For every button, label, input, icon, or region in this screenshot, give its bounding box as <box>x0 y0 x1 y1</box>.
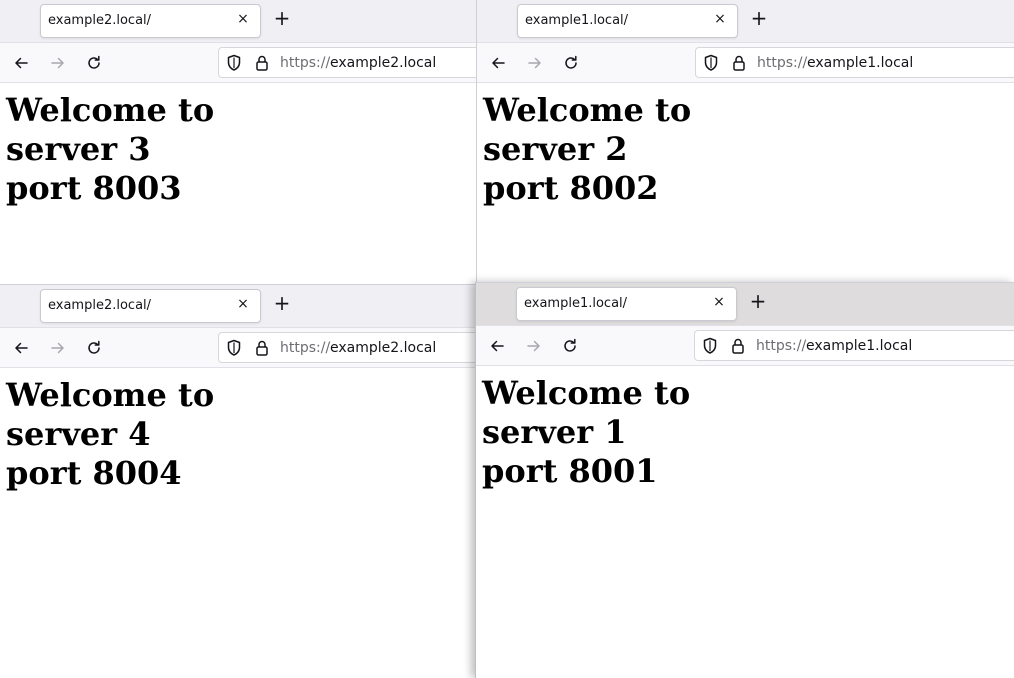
heading-line: server 3 <box>6 130 151 168</box>
heading-line: Welcome to <box>6 91 215 129</box>
shield-icon[interactable] <box>226 54 242 72</box>
back-arrow-icon[interactable] <box>12 54 30 72</box>
shield-icon[interactable] <box>226 339 242 357</box>
navigation-toolbar: https:// example1.local <box>476 326 1014 366</box>
url-bar[interactable]: https:// example2.local <box>218 332 476 363</box>
shield-icon[interactable] <box>703 54 719 72</box>
page-heading: Welcome to server 1 port 8001 <box>482 372 1008 491</box>
forward-arrow-icon[interactable] <box>49 339 67 357</box>
tab-strip: example2.local/ × + <box>0 285 476 328</box>
heading-line: port 8002 <box>483 169 659 207</box>
navigation-toolbar: https:// example2.local <box>0 328 476 368</box>
heading-line: Welcome to <box>483 91 692 129</box>
tab-strip: example1.local/ × + <box>477 0 1014 43</box>
heading-line: Welcome to <box>6 376 215 414</box>
forward-arrow-icon[interactable] <box>49 54 67 72</box>
heading-line: port 8001 <box>482 452 658 490</box>
url-bar[interactable]: https:// example1.local <box>695 47 1014 78</box>
new-tab-button[interactable]: + <box>749 291 767 311</box>
lock-icon[interactable] <box>255 54 269 72</box>
url-scheme: https:// <box>756 338 807 354</box>
page-heading: Welcome to server 4 port 8004 <box>6 374 470 493</box>
reload-icon[interactable] <box>85 339 103 357</box>
url-host: example2.local <box>330 55 437 71</box>
new-tab-button[interactable]: + <box>273 8 291 28</box>
tab-title: example1.local/ <box>525 13 629 28</box>
tab-title: example1.local/ <box>524 296 628 311</box>
url-host: example1.local <box>807 55 914 71</box>
page-heading: Welcome to server 2 port 8002 <box>483 89 1008 208</box>
heading-line: port 8003 <box>6 169 182 207</box>
lock-icon[interactable] <box>255 339 269 357</box>
reload-icon[interactable] <box>562 54 580 72</box>
close-icon[interactable]: × <box>235 296 251 312</box>
heading-line: server 2 <box>483 130 628 168</box>
tab-title: example2.local/ <box>48 13 152 28</box>
navigation-toolbar: https:// example1.local <box>477 43 1014 83</box>
back-arrow-icon[interactable] <box>12 339 30 357</box>
page-content: Welcome to server 3 port 8003 <box>0 83 476 214</box>
back-arrow-icon[interactable] <box>488 337 506 355</box>
lock-icon[interactable] <box>731 337 745 355</box>
heading-line: server 1 <box>482 413 627 451</box>
browser-window-top-right: example1.local/ × + https:// example1.lo… <box>476 0 1014 284</box>
page-content: Welcome to server 2 port 8002 <box>477 83 1014 214</box>
lock-icon[interactable] <box>732 54 746 72</box>
url-bar[interactable]: https:// example1.local <box>694 330 1014 361</box>
heading-line: server 4 <box>6 415 151 453</box>
url-scheme: https:// <box>280 340 331 356</box>
new-tab-button[interactable]: + <box>750 8 768 28</box>
browser-window-top-left: example2.local/ × + https:// example2.lo… <box>0 0 476 284</box>
page-content: Welcome to server 4 port 8004 <box>0 368 476 499</box>
heading-line: port 8004 <box>6 454 182 492</box>
forward-arrow-icon[interactable] <box>525 337 543 355</box>
tab-title: example2.local/ <box>48 298 152 313</box>
reload-icon[interactable] <box>561 337 579 355</box>
tab-strip: example1.local/ × + <box>476 283 1014 326</box>
tab-active[interactable]: example1.local/ × <box>517 4 738 38</box>
close-icon[interactable]: × <box>712 11 728 27</box>
browser-window-bottom-right: example1.local/ × + https:// example1.lo… <box>475 282 1014 678</box>
url-host: example2.local <box>330 340 437 356</box>
reload-icon[interactable] <box>85 54 103 72</box>
close-icon[interactable]: × <box>235 11 251 27</box>
tab-active[interactable]: example1.local/ × <box>516 287 737 321</box>
url-bar[interactable]: https:// example2.local <box>218 47 476 78</box>
shield-icon[interactable] <box>702 337 718 355</box>
heading-line: Welcome to <box>482 374 691 412</box>
url-host: example1.local <box>806 338 913 354</box>
tab-active[interactable]: example2.local/ × <box>40 4 261 38</box>
tab-strip: example2.local/ × + <box>0 0 476 43</box>
url-scheme: https:// <box>757 55 808 71</box>
back-arrow-icon[interactable] <box>489 54 507 72</box>
new-tab-button[interactable]: + <box>273 293 291 313</box>
page-content: Welcome to server 1 port 8001 <box>476 366 1014 497</box>
close-icon[interactable]: × <box>711 294 727 310</box>
forward-arrow-icon[interactable] <box>526 54 544 72</box>
page-heading: Welcome to server 3 port 8003 <box>6 89 470 208</box>
url-scheme: https:// <box>280 55 331 71</box>
navigation-toolbar: https:// example2.local <box>0 43 476 83</box>
tab-active[interactable]: example2.local/ × <box>40 289 261 323</box>
browser-window-bottom-left: example2.local/ × + https:// example2.lo… <box>0 284 476 678</box>
